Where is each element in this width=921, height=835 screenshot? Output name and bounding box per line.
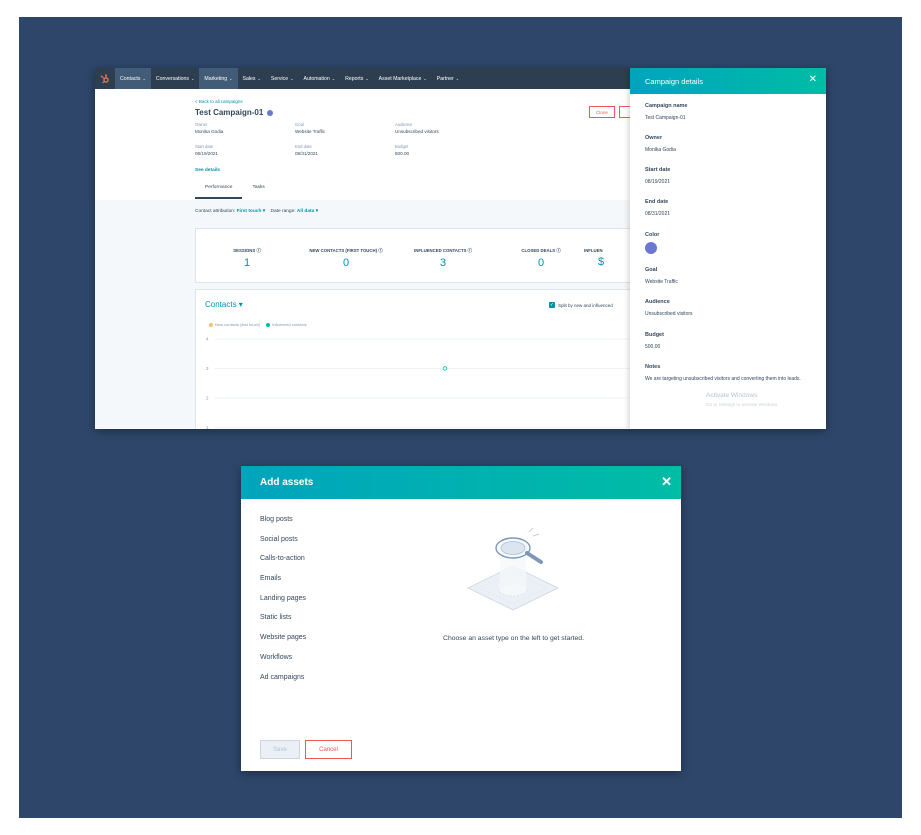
hubspot-logo-icon[interactable] [95,68,115,89]
close-icon[interactable]: ✕ [809,74,817,85]
info-icon[interactable]: ⓘ [378,248,382,253]
field-end-date: End date 08/31/2021 [645,199,671,217]
kpi-influenced-contacts: INFLUENCED CONTACTS ⓘ 3 [414,248,472,269]
nav-item-conversations[interactable]: Conversations ⌄ [151,68,200,89]
contacts-line-chart: 4 3 2 1 [206,337,632,429]
nav-item-marketing[interactable]: Marketing ⌄ [199,68,238,89]
start-meta: Start date 08/19/2021 [195,144,218,156]
audience-meta: Audience Unsubscribed visitors [395,122,439,134]
filter-bar: Contact attribution: First touch ▾ Date … [195,209,318,214]
tab-bar: Performance Tasks [195,181,275,199]
field-goal: Goal Website Traffic [645,267,678,285]
y-tick-label: 3 [206,366,209,371]
save-button[interactable]: Save [260,740,300,759]
info-icon[interactable]: ⓘ [468,248,472,253]
kpi-card: SESSIONS ⓘ 1 NEW CONTACTS (FIRST TOUCH) ⓘ… [195,228,635,283]
activate-windows-subtext: Go to Settings to activate Windows. [706,402,779,407]
color-swatch [645,242,657,254]
owner-meta: Owner Monika Godia [195,122,224,134]
page-title: Test Campaign-01 [195,108,274,117]
nav-item-reports[interactable]: Reports ⌄ [340,68,374,89]
chevron-down-icon: ⌄ [229,76,233,81]
back-link[interactable]: < Back to all campaigns [195,99,243,104]
y-tick-label: 1 [206,425,209,429]
nav-item-contacts[interactable]: Contacts ⌄ [115,68,151,89]
end-meta: End date 08/31/2021 [295,144,318,156]
nav-item-sales[interactable]: Sales ⌄ [238,68,266,89]
budget-meta: Budget 500.00 [395,144,410,156]
field-audience: Audience Unsubscribed visitors [645,299,693,317]
chevron-down-icon: ⌄ [257,76,261,81]
tab-performance[interactable]: Performance [195,181,243,199]
field-owner: Owner Monika Godia [645,135,676,153]
chevron-down-icon: ⌄ [331,76,336,81]
chevron-down-icon: ⌄ [290,76,294,81]
tab-tasks[interactable]: Tasks [242,181,274,199]
attribution-label: Contact attribution: [195,209,236,214]
asset-type-item[interactable]: Static lists [260,614,306,634]
asset-type-item[interactable]: Workflows [260,654,306,674]
modal-title: Add assets [260,477,314,488]
goal-meta: Goal Website Traffic [295,122,326,134]
data-point-influenced[interactable] [442,366,448,371]
asset-type-item[interactable]: Landing pages [260,595,306,615]
attribution-dropdown[interactable]: First touch ▾ [237,209,266,214]
nav-item-asset-marketplace[interactable]: Asset Marketplace ⌄ [374,68,432,89]
see-details-link[interactable]: See details [195,168,220,173]
nav-item-service[interactable]: Service ⌄ [266,68,299,89]
field-color: Color [645,232,659,254]
campaign-window: Contacts ⌄ Conversations ⌄ Marketing ⌄ Sale… [95,68,826,429]
chevron-down-icon: ⌄ [365,76,369,81]
campaign-color-dot [267,109,274,116]
asset-type-list: Blog posts Social posts Calls-to-action … [260,516,306,693]
kpi-closed-deals: CLOSED DEALS ⓘ 0 [521,248,561,269]
info-icon[interactable]: ⓘ [256,248,260,253]
date-range-label: Date range: [270,209,296,214]
drawer-title: Campaign details [645,76,703,86]
chevron-down-icon: ⌄ [191,76,195,81]
contacts-chart-card: Contacts ▾ ✓ Split by new and influenced … [195,289,635,429]
chevron-down-icon: ⌄ [423,76,427,81]
chevron-down-icon: ⌄ [455,76,460,81]
kpi-new-contacts: NEW CONTACTS (FIRST TOUCH) ⓘ 0 [309,248,383,269]
field-notes: Notes We are targeting unsubscribed visit… [645,364,801,382]
asset-type-item[interactable]: Calls-to-action [260,555,306,575]
y-tick-label: 2 [206,396,209,401]
asset-type-item[interactable]: Social posts [260,536,306,556]
info-icon[interactable]: ⓘ [556,248,560,253]
field-budget: Budget 500.00 [645,332,664,350]
nav-item-partner[interactable]: Partner ⌄ [432,68,464,89]
modal-header: Add assets ✕ [241,466,681,499]
field-campaign-name: Campaign name Test Campaign-01 [645,103,688,121]
close-icon[interactable]: ✕ [661,474,672,490]
drawer-header: Campaign details ✕ [630,68,826,94]
empty-state-text: Choose an asset type on the left to get … [443,635,584,642]
asset-type-item[interactable]: Ad campaigns [260,674,306,694]
campaign-header: < Back to all campaigns Test Campaign-01… [95,89,639,200]
canvas: Contacts ⌄ Conversations ⌄ Marketing ⌄ Sale… [0,0,921,835]
asset-type-item[interactable]: Website pages [260,634,306,654]
nav-item-automation[interactable]: Automation ⌄ [299,68,341,89]
activate-windows-watermark: Activate Windows [706,392,758,399]
cancel-button[interactable]: Cancel [305,740,352,759]
campaign-details-drawer: Campaign details ✕ Campaign name Test Cam… [630,68,826,429]
clone-button[interactable]: Clone [589,106,615,118]
kpi-sessions: SESSIONS ⓘ 1 [233,248,261,269]
date-range-dropdown[interactable]: All data ▾ [297,209,318,214]
field-start-date: Start date 08/19/2021 [645,167,671,185]
asset-type-item[interactable]: Emails [260,575,306,595]
chevron-down-icon: ⌄ [142,76,146,81]
y-tick-label: 4 [206,337,209,342]
asset-type-item[interactable]: Blog posts [260,516,306,536]
add-assets-modal: Add assets ✕ Blog posts Social posts Cal… [241,466,681,771]
magnifier-illustration-icon [467,527,559,611]
